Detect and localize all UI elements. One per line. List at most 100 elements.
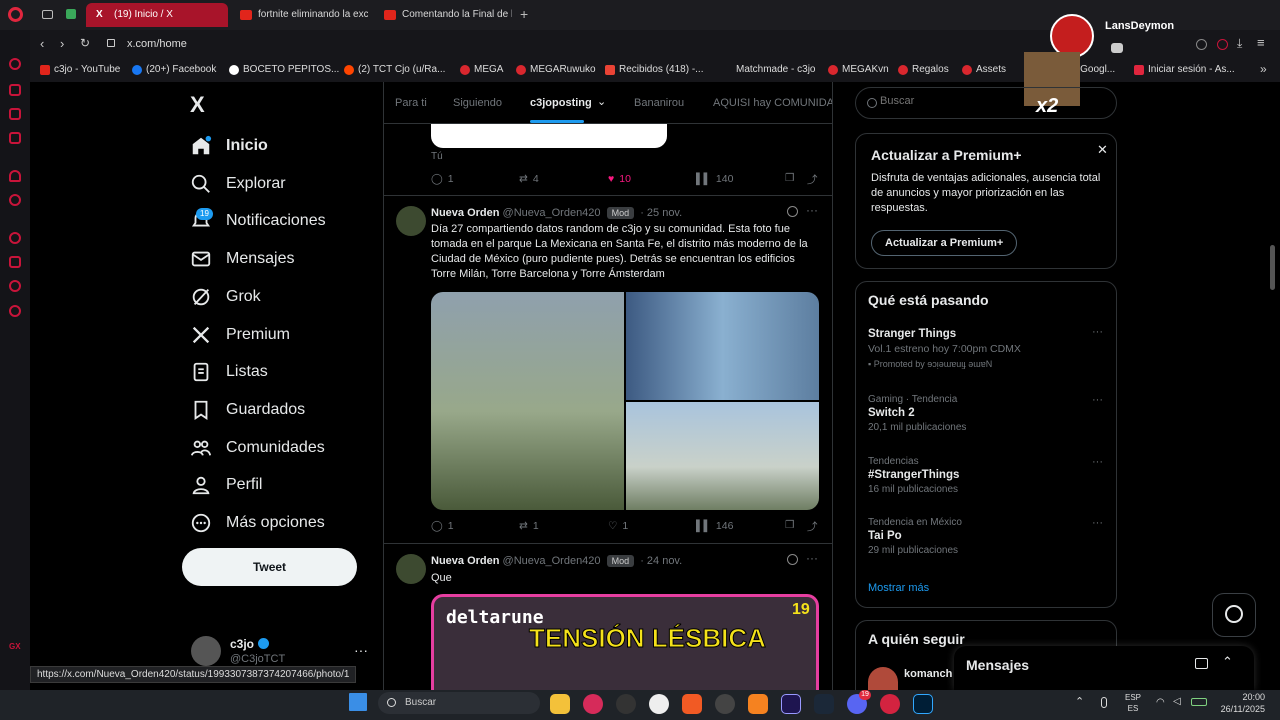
nav-explore[interactable]: Explorar	[190, 166, 286, 202]
post-date[interactable]: · 24 nov.	[640, 555, 682, 567]
follow-avatar[interactable]	[868, 667, 898, 691]
previous-post-image[interactable]	[431, 124, 667, 148]
grok-post-icon[interactable]	[787, 206, 798, 217]
windows-start-icon[interactable]	[349, 693, 367, 711]
bookmark-item[interactable]: MEGA	[460, 58, 503, 82]
opera-gx-icon[interactable]	[880, 694, 900, 714]
repost-action[interactable]: ⇄ 1	[519, 520, 539, 532]
bookmark-item[interactable]: Recibidos (418) -...	[605, 58, 703, 82]
menu-icon[interactable]: ≡	[1257, 35, 1265, 50]
new-tab-icon[interactable]: +	[520, 6, 528, 22]
post-handle[interactable]: @Nueva_Orden420	[503, 207, 601, 219]
tab-para-ti[interactable]: Para ti	[395, 97, 427, 109]
premium-button[interactable]: Actualizar a Premium+	[871, 230, 1018, 256]
share-action[interactable]: ⤴	[807, 172, 818, 187]
close-icon[interactable]: ✕	[1097, 142, 1108, 158]
bookmark-item[interactable]: c3jo - YouTube	[40, 58, 120, 82]
volume-icon[interactable]: ◁	[1173, 696, 1181, 707]
messages-drawer[interactable]: Mensajes ⌃	[954, 646, 1254, 690]
post-author[interactable]: Nueva Orden	[431, 555, 499, 567]
post-date[interactable]: · 25 nov.	[640, 207, 682, 219]
tower-photo[interactable]	[626, 292, 819, 400]
account-more-icon[interactable]: ···	[354, 642, 368, 658]
trend-item[interactable]: Tendencia en México Tai Po 29 mil public…	[868, 517, 962, 556]
bookmark-item[interactable]: Matchmade - c3jo	[722, 58, 815, 82]
bookmark-item[interactable]: MEGARuwuko	[516, 58, 596, 82]
back-icon[interactable]: ‹	[40, 36, 44, 51]
sidebar-shop-icon[interactable]	[9, 84, 21, 96]
grok-post-icon[interactable]	[787, 554, 798, 565]
trend-more-icon[interactable]: ···	[1092, 326, 1103, 338]
4k-video-icon[interactable]	[715, 694, 735, 714]
show-more-link[interactable]: Mostrar más	[868, 582, 929, 594]
app-icon[interactable]	[616, 694, 636, 714]
tab-overview-icon[interactable]	[42, 10, 53, 19]
search-input[interactable]	[880, 95, 1080, 107]
nav-home[interactable]: Inicio	[190, 128, 268, 164]
battery-icon[interactable]	[1191, 698, 1207, 706]
nav-messages[interactable]: Mensajes	[190, 241, 294, 277]
forward-icon[interactable]: ›	[60, 36, 64, 51]
download-icon[interactable]: ⤓	[1237, 36, 1242, 51]
post-more-icon[interactable]: ···	[806, 203, 818, 217]
opera-logo-icon[interactable]	[8, 7, 23, 22]
extensions-icon[interactable]	[1196, 39, 1207, 50]
bookmark-item[interactable]: MEGAKvn	[828, 58, 889, 82]
tray-chevron-icon[interactable]: ⌃	[1075, 695, 1084, 708]
post-photo-group[interactable]	[431, 292, 819, 510]
post-image[interactable]: deltarune TENSIÓN LÉSBICA 19	[431, 594, 819, 690]
post-author[interactable]: Nueva Orden	[431, 207, 499, 219]
sidebar-app-icon[interactable]	[9, 132, 21, 144]
nav-grok[interactable]: Grok	[190, 279, 261, 315]
premiere-icon[interactable]	[781, 694, 801, 714]
trend-more-icon[interactable]: ···	[1092, 394, 1103, 406]
sidebar-history-icon[interactable]	[9, 280, 21, 292]
tab-c3joposting[interactable]: c3joposting	[530, 97, 592, 109]
sidebar-ai-icon[interactable]	[9, 58, 21, 70]
post-avatar[interactable]	[396, 554, 426, 584]
bookmark-item[interactable]: (2) TCT Cjo (u/Ra...	[344, 58, 445, 82]
tower-photo[interactable]	[626, 402, 819, 510]
chevron-down-icon[interactable]: ⌄	[597, 95, 606, 108]
tab-youtube-1[interactable]: fortnite eliminando la exc	[230, 3, 368, 27]
nav-premium[interactable]: Premium	[190, 317, 290, 353]
url-text[interactable]: x.com/home	[127, 38, 187, 50]
wifi-icon[interactable]: ◠	[1156, 697, 1165, 708]
follow-name[interactable]: komanch	[904, 668, 952, 680]
steam-icon[interactable]	[814, 694, 834, 714]
new-message-icon[interactable]	[1195, 658, 1208, 669]
views-action[interactable]: ▌▌ 140	[696, 173, 733, 185]
gx-icon[interactable]: GX	[9, 642, 21, 651]
sidebar-bookmarks-icon[interactable]	[9, 256, 21, 268]
bookmark-item[interactable]: (20+) Facebook	[132, 58, 216, 82]
x-logo-icon[interactable]: X	[190, 92, 205, 118]
brave-icon[interactable]	[682, 694, 702, 714]
tab-aquisi[interactable]: AQUISI hay COMUNIDA	[713, 97, 832, 109]
language-indicator[interactable]: ESP ES	[1125, 692, 1141, 714]
sidebar-messenger-icon[interactable]	[9, 108, 21, 120]
workspace-icon[interactable]	[66, 9, 76, 19]
post-more-icon[interactable]: ···	[806, 551, 818, 565]
bookmark-action[interactable]: ❒	[785, 172, 794, 184]
reply-action[interactable]: ◯ 1	[431, 520, 454, 532]
nav-profile[interactable]: Perfil	[190, 467, 262, 503]
post-avatar[interactable]	[396, 206, 426, 236]
tab-siguiendo[interactable]: Siguiendo	[453, 97, 502, 109]
trend-more-icon[interactable]: ···	[1092, 517, 1103, 529]
tab-youtube-2[interactable]: Comentando la Final de la	[374, 3, 512, 27]
sidebar-whatsapp-icon[interactable]	[9, 194, 21, 206]
grok-fab[interactable]	[1212, 593, 1256, 637]
nav-bookmarks[interactable]: Guardados	[190, 392, 305, 428]
nav-communities[interactable]: Comunidades	[190, 430, 325, 466]
sidebar-settings-icon[interactable]	[9, 305, 21, 317]
reload-icon[interactable]: ↻	[80, 36, 90, 50]
nav-more[interactable]: Más opciones	[190, 505, 325, 541]
trend-item[interactable]: Gaming · Tendencia Switch 2 20,1 mil pub…	[868, 394, 966, 433]
share-action[interactable]: ⤴	[807, 519, 818, 534]
taskbar-search[interactable]: Buscar	[378, 692, 540, 714]
reply-action[interactable]: ◯ 1	[431, 173, 454, 185]
tweet-button[interactable]: Tweet	[182, 548, 357, 586]
tab-bananirou[interactable]: Bananirou	[634, 97, 684, 109]
trend-item[interactable]: Stranger Things Vol.1 estreno hoy 7:00pm…	[868, 328, 1106, 369]
expand-icon[interactable]: ⌃	[1222, 654, 1233, 670]
